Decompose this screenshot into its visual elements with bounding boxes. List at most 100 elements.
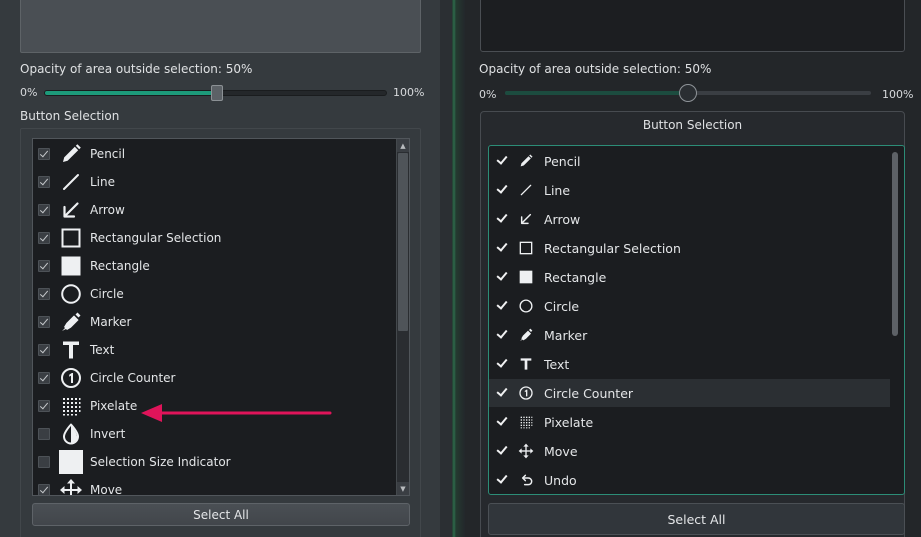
checkbox-marker[interactable] xyxy=(38,316,50,328)
slider-handle[interactable] xyxy=(210,85,223,101)
list-item-label: Pencil xyxy=(90,147,126,161)
slider-min-label: 0% xyxy=(479,88,497,101)
list-item-label: Marker xyxy=(544,327,588,343)
list-item-selection-size-indicator[interactable]: Selection Size Indicator xyxy=(33,449,395,475)
checkbox-marker[interactable] xyxy=(495,328,509,342)
slider-max-label: 100% xyxy=(882,88,914,101)
list-item-rectangular-selection[interactable]: Rectangular Selection xyxy=(33,225,395,251)
button-selection-list[interactable]: Pencil Line Arrow Rectangular Selection Rect… xyxy=(32,138,410,496)
list-item-pencil[interactable]: Pencil xyxy=(489,147,890,175)
checkbox-move[interactable] xyxy=(38,484,50,495)
marker-icon xyxy=(59,310,83,334)
checkbox-rectangular-selection[interactable] xyxy=(38,232,50,244)
checkbox-undo[interactable] xyxy=(495,473,509,487)
slider-fill xyxy=(505,91,688,95)
preview-box xyxy=(20,0,421,53)
pencil-icon xyxy=(518,153,534,169)
list-item-label: Rectangle xyxy=(544,269,607,285)
list-item-pixelate[interactable]: Pixelate xyxy=(33,393,395,419)
button-selection-list[interactable]: Pencil Line Arrow Rectangular Selection Rect… xyxy=(488,145,905,495)
list-item-line[interactable]: Line xyxy=(33,169,395,195)
line-icon xyxy=(59,170,83,194)
list-item-arrow[interactable]: Arrow xyxy=(489,205,890,233)
list-item-line[interactable]: Line xyxy=(489,176,890,204)
scroll-up-icon[interactable]: ▲ xyxy=(397,139,409,152)
list-item-invert[interactable]: Invert xyxy=(33,421,395,447)
circle-icon xyxy=(59,282,83,306)
checkbox-circle-counter[interactable] xyxy=(495,386,509,400)
scroll-thumb[interactable] xyxy=(398,153,408,331)
list-item-label: Circle Counter xyxy=(544,385,634,401)
list-item-label: Circle xyxy=(544,298,580,314)
checkbox-arrow[interactable] xyxy=(38,204,50,216)
checkbox-invert[interactable] xyxy=(38,428,50,440)
slider-handle[interactable] xyxy=(679,84,697,102)
list-item-label: Arrow xyxy=(90,203,125,217)
list-scrollbar[interactable]: ▲ ▼ xyxy=(396,139,409,495)
opacity-slider[interactable] xyxy=(505,84,871,102)
list-item-marker[interactable]: Marker xyxy=(33,309,395,335)
list-item-rectangle[interactable]: Rectangle xyxy=(33,253,395,279)
list-item-text[interactable]: Text xyxy=(33,337,395,363)
list-item-label: Marker xyxy=(90,315,132,329)
checkbox-pencil[interactable] xyxy=(38,148,50,160)
checkbox-circle-counter[interactable] xyxy=(38,372,50,384)
list-item-rectangle[interactable]: Rectangle xyxy=(489,263,890,291)
list-item-circle[interactable]: Circle xyxy=(489,292,890,320)
right-settings-panel: Opacity of area outside selection: 50% 0… xyxy=(465,0,921,537)
select-all-button[interactable]: Select All xyxy=(32,503,410,526)
list-item-circle-counter[interactable]: Circle Counter xyxy=(33,365,395,391)
checkbox-pixelate[interactable] xyxy=(38,400,50,412)
checkbox-selection-size-indicator[interactable] xyxy=(38,456,50,468)
invert-icon xyxy=(59,422,83,446)
list-scrollbar[interactable] xyxy=(892,152,898,336)
scroll-thumb[interactable] xyxy=(892,152,898,336)
select-all-button[interactable]: Select All xyxy=(488,503,905,535)
list-item-label: Selection Size Indicator xyxy=(90,455,231,469)
button-selection-title: Button Selection xyxy=(642,118,743,132)
list-item-arrow[interactable]: Arrow xyxy=(33,197,395,223)
checkbox-move[interactable] xyxy=(495,444,509,458)
checkbox-circle[interactable] xyxy=(38,288,50,300)
checkbox-rectangular-selection[interactable] xyxy=(495,241,509,255)
checkbox-circle[interactable] xyxy=(495,299,509,313)
opacity-label: Opacity of area outside selection: 50% xyxy=(479,62,712,76)
list-item-text[interactable]: Text xyxy=(489,350,890,378)
checkbox-pencil[interactable] xyxy=(495,154,509,168)
text-icon xyxy=(59,338,83,362)
list-item-move[interactable]: Move xyxy=(33,477,395,495)
list-item-rectangular-selection[interactable]: Rectangular Selection xyxy=(489,234,890,262)
selection-size-indicator-icon xyxy=(59,450,83,474)
scroll-down-icon[interactable]: ▼ xyxy=(397,482,409,495)
list-item-circle[interactable]: Circle xyxy=(33,281,395,307)
checkbox-pixelate[interactable] xyxy=(495,415,509,429)
list-item-label: Pencil xyxy=(544,153,581,169)
circle-icon xyxy=(518,298,534,314)
list-item-pixelate[interactable]: Pixelate xyxy=(489,408,890,436)
list-items: Pencil Line Arrow Rectangular Selection Rect… xyxy=(33,139,395,495)
list-item-label: Move xyxy=(544,443,578,459)
list-item-move[interactable]: Move xyxy=(489,437,890,465)
list-item-label: Undo xyxy=(544,472,577,488)
arrow-icon xyxy=(518,211,534,227)
button-selection-title: Button Selection xyxy=(20,109,120,123)
list-item-undo[interactable]: Undo xyxy=(489,466,890,494)
checkbox-rectangle[interactable] xyxy=(38,260,50,272)
rectangle-icon xyxy=(518,269,534,285)
list-item-label: Rectangular Selection xyxy=(544,240,681,256)
list-item-label: Circle Counter xyxy=(90,371,176,385)
checkbox-line[interactable] xyxy=(38,176,50,188)
circle-counter-icon xyxy=(59,366,83,390)
list-item-pencil[interactable]: Pencil xyxy=(33,141,395,167)
list-item-circle-counter[interactable]: Circle Counter xyxy=(489,379,890,407)
checkbox-line[interactable] xyxy=(495,183,509,197)
list-item-marker[interactable]: Marker xyxy=(489,321,890,349)
checkbox-text[interactable] xyxy=(38,344,50,356)
checkbox-rectangle[interactable] xyxy=(495,270,509,284)
checkbox-text[interactable] xyxy=(495,357,509,371)
list-item-label: Rectangle xyxy=(90,259,150,273)
preview-box xyxy=(480,0,905,52)
list-item-label: Rectangular Selection xyxy=(90,231,222,245)
checkbox-arrow[interactable] xyxy=(495,212,509,226)
opacity-slider[interactable] xyxy=(44,85,387,101)
